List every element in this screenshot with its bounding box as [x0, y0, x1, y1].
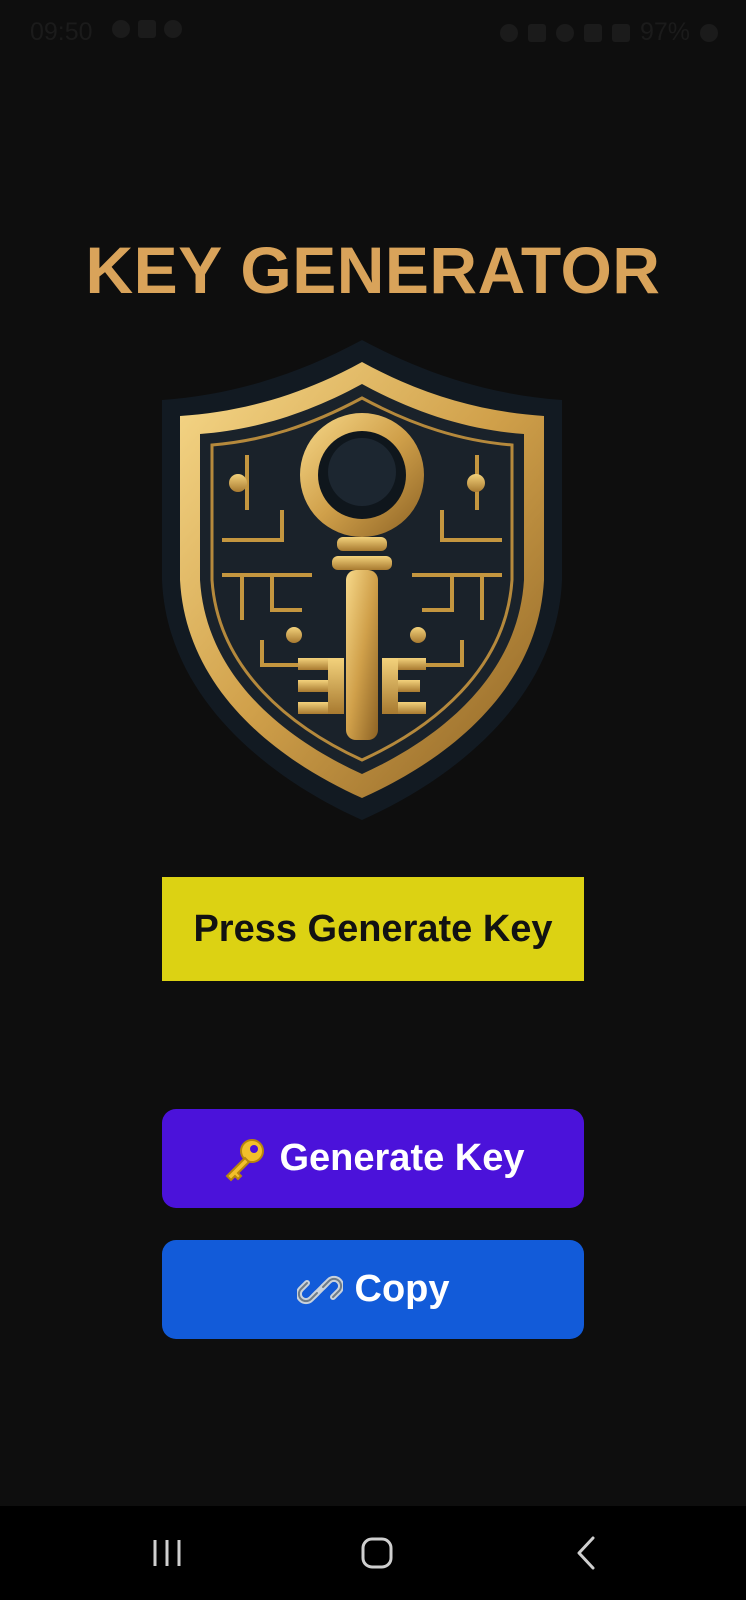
- alarm-icon: [499, 23, 518, 42]
- back-icon: [577, 1536, 595, 1570]
- wifi-icon: [555, 23, 574, 42]
- status-bar: 09:50 97%: [0, 0, 746, 66]
- key-icon: [221, 1136, 267, 1182]
- bluetooth-icon: [527, 23, 546, 42]
- shield-key-emblem: [162, 340, 562, 820]
- status-time: 09:50: [30, 18, 93, 46]
- generate-key-label: Generate Key: [279, 1137, 525, 1179]
- image-icon: [138, 20, 156, 38]
- link-icon: [296, 1267, 343, 1313]
- generated-key-display: Press Generate Key: [162, 877, 584, 981]
- home-icon: [361, 1537, 393, 1569]
- person-icon: [164, 20, 182, 38]
- copy-button[interactable]: Copy: [162, 1240, 584, 1339]
- generated-key-text: Press Generate Key: [193, 907, 553, 950]
- status-left-icons: [112, 20, 182, 38]
- generate-key-button[interactable]: Generate Key: [162, 1109, 584, 1208]
- home-button[interactable]: [347, 1528, 407, 1578]
- recent-apps-button[interactable]: [137, 1528, 197, 1578]
- page-title: KEY GENERATOR: [85, 233, 661, 307]
- status-right-icons: 97%: [499, 18, 718, 47]
- signal-icon: [611, 23, 630, 42]
- navigation-bar: [0, 1506, 746, 1600]
- volte-icon: [583, 23, 602, 42]
- screen-recorder-icon: [112, 20, 130, 38]
- battery-percentage: 97%: [639, 18, 690, 46]
- charging-battery-icon: [700, 23, 718, 42]
- recent-apps-icon: [153, 1540, 181, 1566]
- copy-label: Copy: [354, 1268, 450, 1310]
- back-button[interactable]: [556, 1528, 616, 1578]
